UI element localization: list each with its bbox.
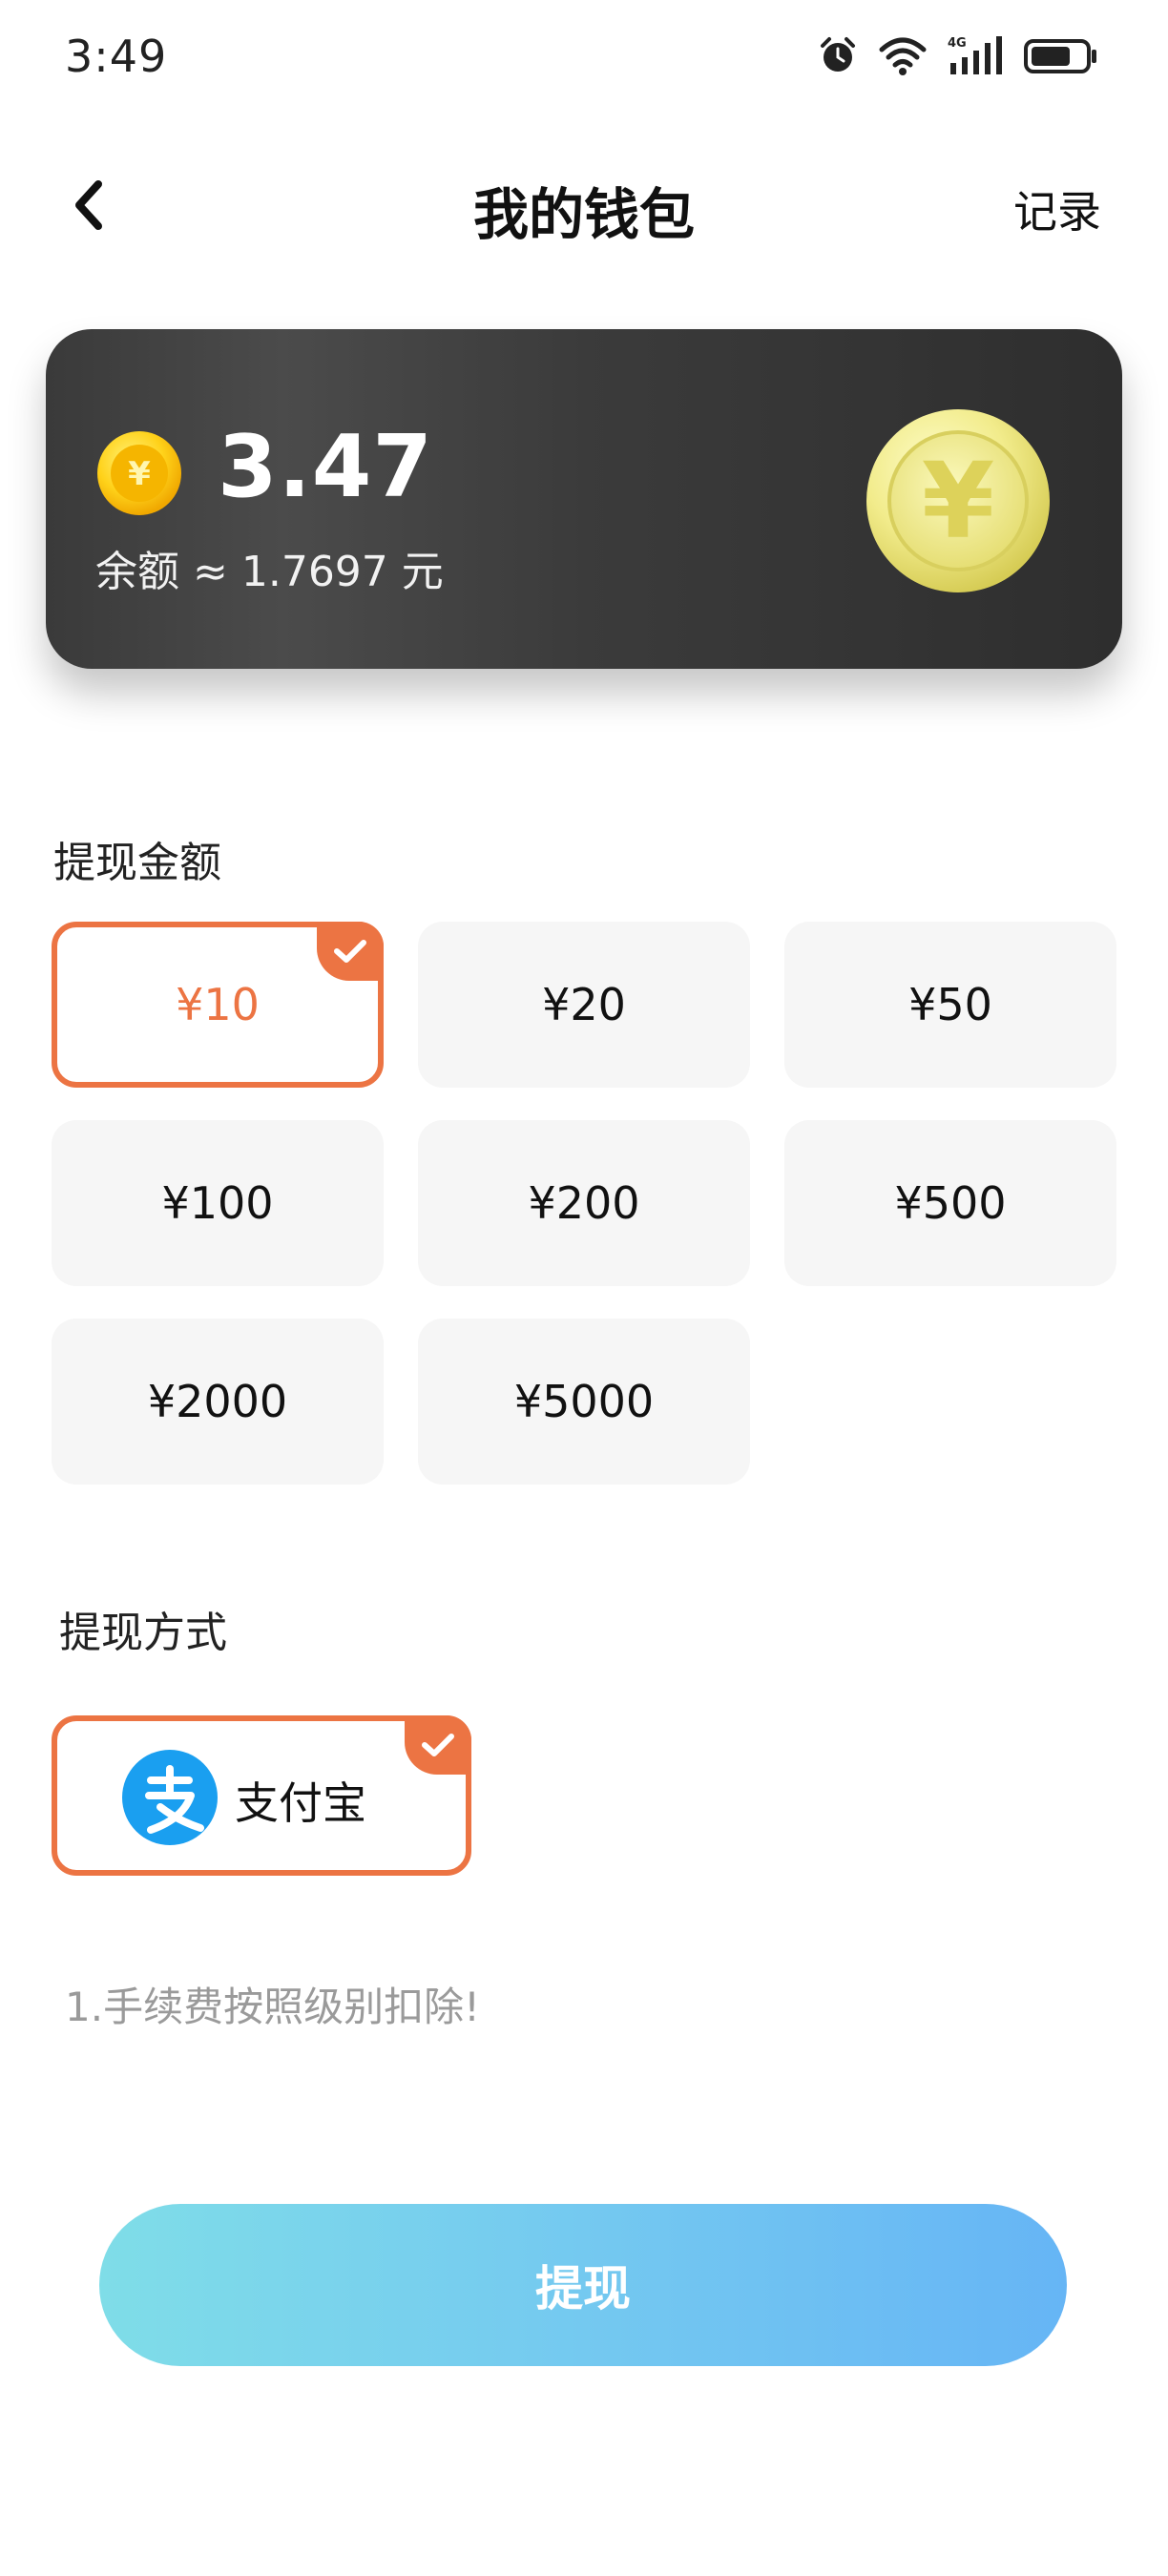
- alipay-icon: [122, 1750, 218, 1845]
- page-title: 我的钱包: [472, 182, 695, 247]
- amount-option-label: ¥10: [176, 979, 260, 1030]
- method-section-label: 提现方式: [59, 1609, 227, 1657]
- amount-option-200[interactable]: ¥200: [418, 1120, 750, 1286]
- balance-card: ¥ 3.47 余额 ≈ 1.7697 元 ¥: [46, 329, 1122, 669]
- amount-option-label: ¥2000: [147, 1376, 288, 1427]
- amount-option-2000[interactable]: ¥2000: [52, 1319, 384, 1485]
- yuan-coin-icon: ¥: [863, 405, 1053, 596]
- amount-option-label: ¥20: [542, 979, 626, 1030]
- amount-option-5000[interactable]: ¥5000: [418, 1319, 750, 1485]
- header: 我的钱包 记录: [0, 153, 1168, 258]
- status-icons: 4G: [817, 32, 1099, 78]
- coin-icon: ¥: [95, 429, 183, 517]
- status-time: 3:49: [65, 31, 168, 82]
- alarm-icon: [817, 34, 859, 76]
- amount-option-50[interactable]: ¥50: [784, 922, 1116, 1088]
- amount-option-label: ¥50: [908, 979, 992, 1030]
- status-bar: 3:49 4G: [0, 0, 1168, 114]
- balance-value: 3.47: [218, 417, 434, 517]
- selected-badge: [405, 1715, 471, 1775]
- checkmark-icon: [334, 940, 366, 963]
- fee-note: 1.手续费按照级别扣除!: [65, 1984, 480, 2030]
- amount-option-10[interactable]: ¥10: [52, 922, 384, 1088]
- amount-option-500[interactable]: ¥500: [784, 1120, 1116, 1286]
- network-type-label: 4G: [948, 36, 967, 51]
- payment-method-label: 支付宝: [235, 1777, 366, 1829]
- amount-option-100[interactable]: ¥100: [52, 1120, 384, 1286]
- svg-text:¥: ¥: [128, 455, 151, 493]
- wifi-icon: [878, 34, 928, 76]
- balance-approx: 余额 ≈ 1.7697 元: [95, 548, 444, 596]
- svg-text:¥: ¥: [922, 440, 995, 562]
- battery-icon: [1023, 34, 1099, 76]
- withdraw-button[interactable]: 提现: [99, 2204, 1067, 2366]
- amount-option-label: ¥5000: [513, 1376, 655, 1427]
- amount-option-label: ¥200: [528, 1177, 640, 1229]
- selected-badge: [317, 922, 384, 981]
- amount-section-label: 提现金额: [53, 839, 221, 887]
- payment-method-alipay[interactable]: 支付宝: [52, 1715, 471, 1876]
- amount-option-label: ¥500: [894, 1177, 1007, 1229]
- amount-option-20[interactable]: ¥20: [418, 922, 750, 1088]
- amount-option-label: ¥100: [161, 1177, 274, 1229]
- checkmark-icon: [422, 1734, 454, 1756]
- cellular-4g-icon: 4G: [947, 34, 1004, 76]
- wallet-page: 3:49 4G 我的钱包 记录 ¥ 3.47 余额 ≈ 1.7697 元 ¥ 提…: [0, 0, 1168, 2576]
- record-link[interactable]: 记录: [1013, 177, 1101, 240]
